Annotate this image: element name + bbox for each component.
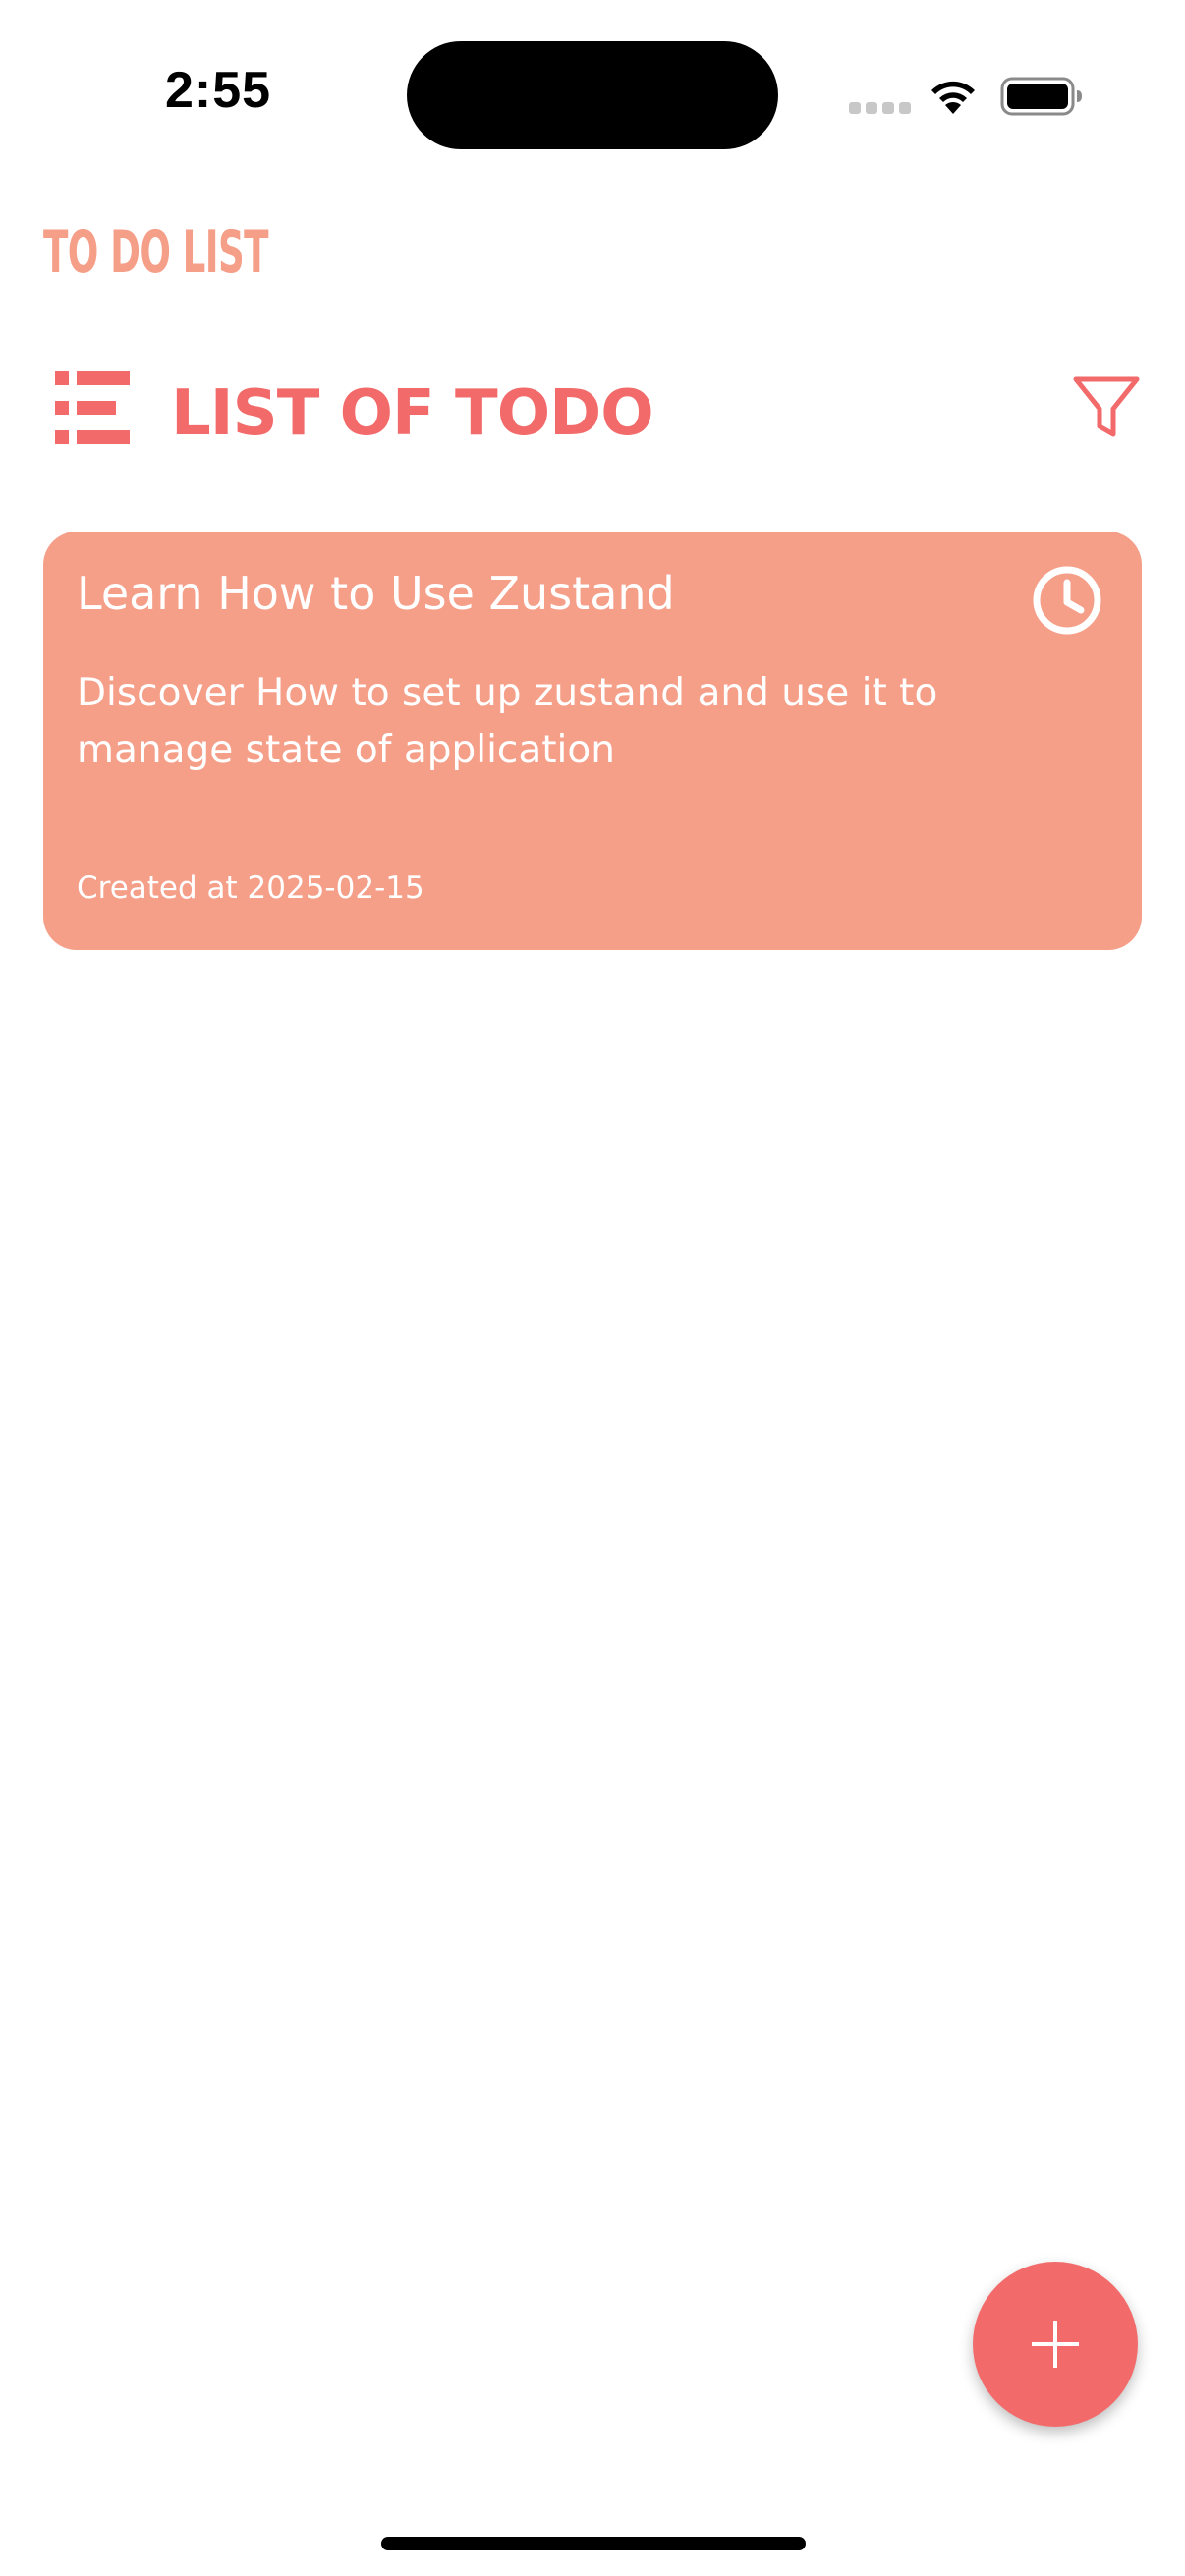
todo-card[interactable]: Learn How to Use Zustand Discover How to… xyxy=(43,532,1142,950)
filter-button[interactable] xyxy=(1071,371,1142,442)
wifi-icon xyxy=(931,81,975,114)
add-todo-button[interactable] xyxy=(973,2262,1138,2427)
clock-icon[interactable] xyxy=(1032,565,1102,636)
dynamic-island xyxy=(407,41,778,149)
app-title: TO DO LIST xyxy=(43,218,269,287)
filter-icon xyxy=(1073,376,1140,437)
home-indicator[interactable] xyxy=(381,2537,806,2550)
battery-icon xyxy=(1000,77,1082,116)
section-title: LIST OF TODO xyxy=(171,377,654,450)
todo-title: Learn How to Use Zustand xyxy=(77,567,675,620)
cellular-signal-icon xyxy=(849,102,911,114)
todo-description: Discover How to set up zustand and use i… xyxy=(77,671,938,772)
list-icon xyxy=(55,371,130,444)
plus-icon xyxy=(1032,2321,1079,2368)
status-time: 2:55 xyxy=(165,62,272,119)
todo-created-date: Created at 2025-02-15 xyxy=(77,870,424,906)
